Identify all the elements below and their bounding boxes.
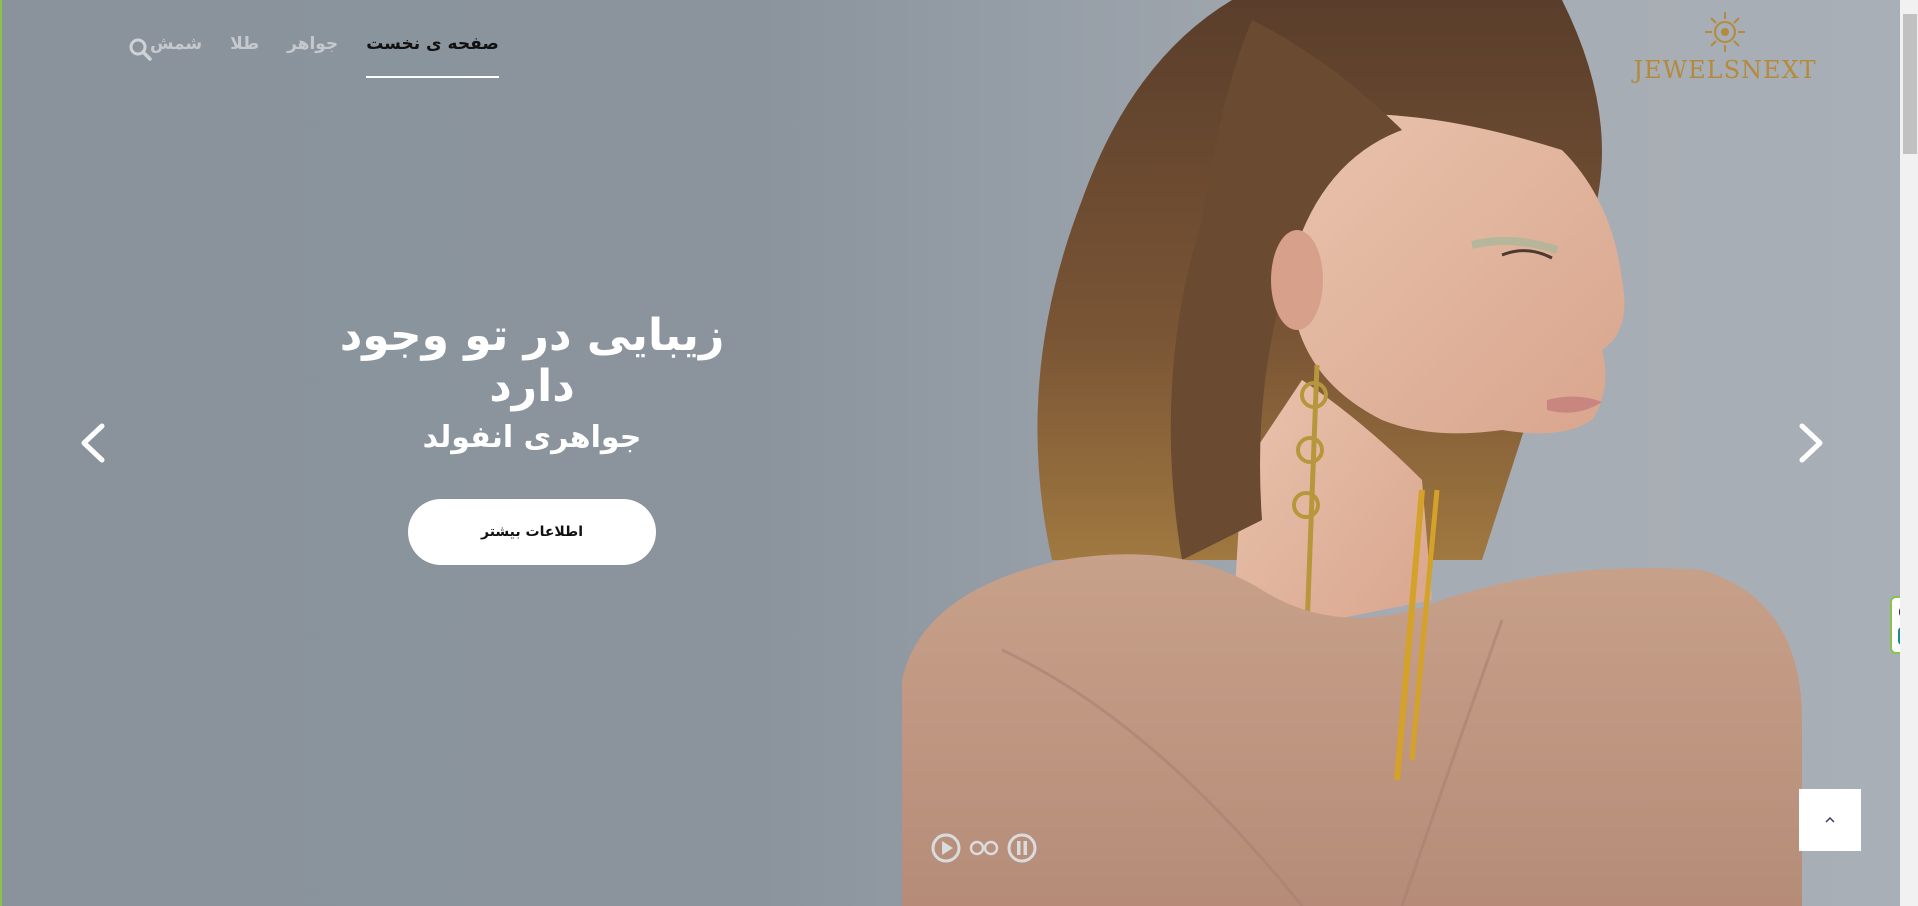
chevron-right-icon[interactable] bbox=[1788, 418, 1832, 468]
search-icon[interactable] bbox=[127, 36, 153, 62]
site-logo[interactable]: JEWELSNEXT bbox=[1633, 10, 1816, 90]
nav-item-bullion[interactable]: شمش bbox=[150, 34, 202, 78]
page: JEWELSNEXT شمش طلا جواهر صفحه ی نخست زیب… bbox=[0, 0, 1918, 906]
main-nav: شمش طلا جواهر صفحه ی نخست bbox=[122, 34, 499, 88]
nav-item-gold[interactable]: طلا bbox=[230, 34, 259, 78]
page-scrollbar[interactable] bbox=[1900, 0, 1918, 906]
logo-text: JEWELSNEXT bbox=[1633, 56, 1817, 84]
logo-emblem-icon bbox=[1705, 12, 1745, 52]
slide-subtitle: جواهری انفولد bbox=[422, 420, 642, 455]
slide-title: زیبایی در تو وجود دارد bbox=[339, 310, 725, 412]
chevron-left-icon[interactable] bbox=[72, 418, 116, 468]
play-icon[interactable] bbox=[930, 832, 962, 864]
scrollbar-thumb[interactable] bbox=[1903, 14, 1917, 154]
hero-slider: JEWELSNEXT شمش طلا جواهر صفحه ی نخست زیب… bbox=[2, 0, 1900, 906]
slider-controls bbox=[930, 832, 1044, 864]
nav-item-jewelry[interactable]: جواهر bbox=[287, 34, 338, 78]
dots-icon[interactable] bbox=[968, 832, 1000, 864]
chevron-up-icon bbox=[1825, 816, 1835, 823]
more-info-button[interactable]: اطلاعات بیشتر bbox=[408, 499, 656, 565]
hero-model-image bbox=[902, 0, 1802, 906]
pause-icon[interactable] bbox=[1006, 832, 1038, 864]
nav-item-home[interactable]: صفحه ی نخست bbox=[366, 34, 499, 78]
back-to-top-button[interactable] bbox=[1799, 789, 1861, 851]
